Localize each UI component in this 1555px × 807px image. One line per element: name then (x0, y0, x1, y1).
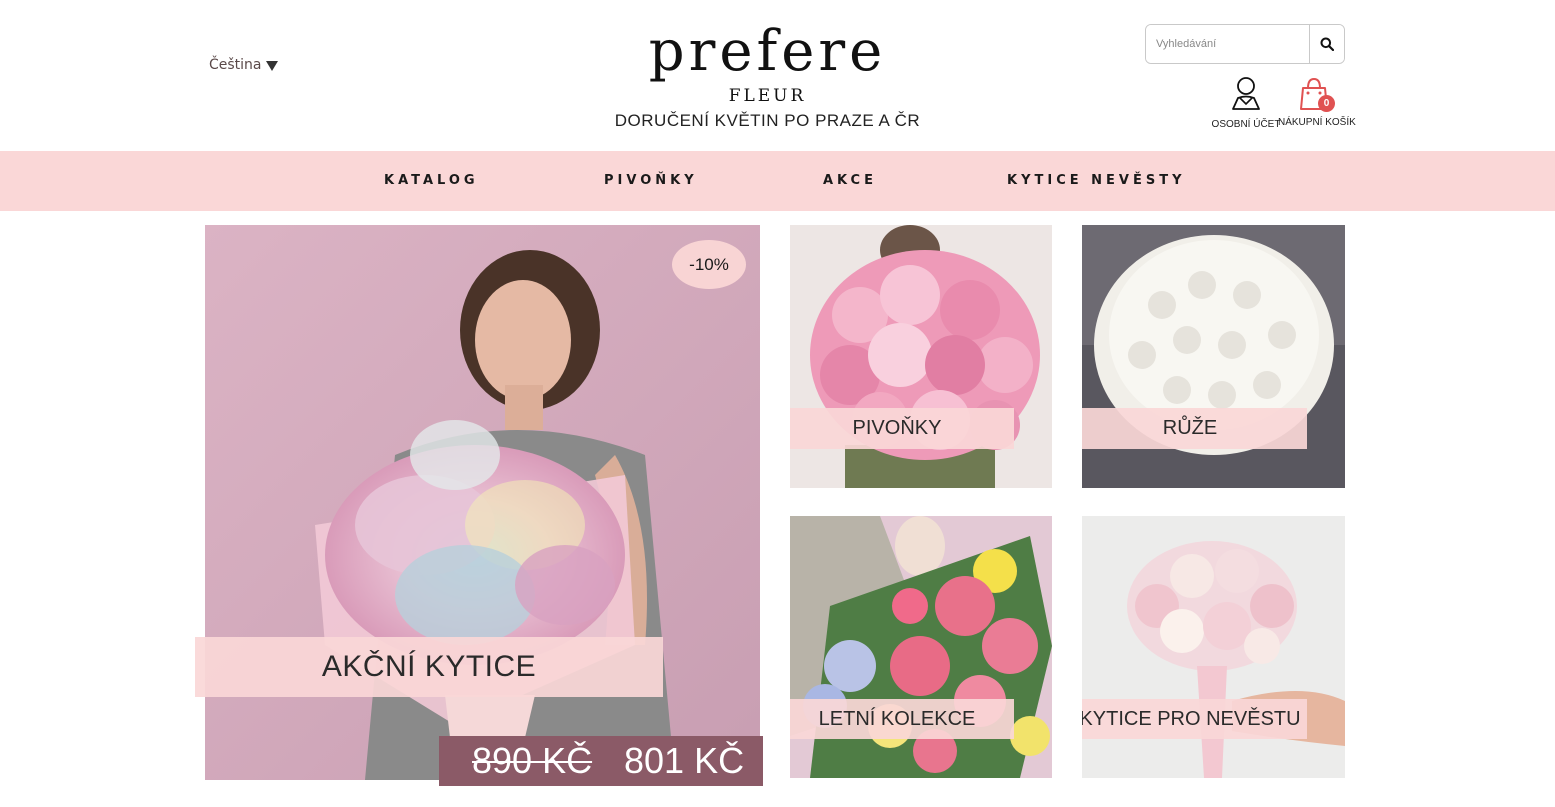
main-navigation: KATALOG PIVOŇKY AKCE KYTICE NEVĚSTY (0, 151, 1555, 211)
search-box (1145, 24, 1345, 64)
brand-name: prefere (648, 19, 887, 84)
price-box: 890 KČ 801 KČ (439, 736, 763, 786)
cart-link[interactable]: 0 NÁKUPNÍ KOŠÍK (1278, 76, 1356, 128)
account-link[interactable]: OSOBNÍ ÚČET (1210, 76, 1282, 130)
tagline: DORUČENÍ KVĚTIN PO PRAZE A ČR (614, 111, 921, 130)
brand-subtitle: FLEUR (728, 86, 807, 106)
language-label: Čeština (209, 57, 262, 73)
site-logo[interactable]: prefere FLEUR DORUČENÍ KVĚTIN PO PRAZE A… (600, 22, 935, 131)
category-tile-pivonky[interactable]: PIVOŇKY (790, 225, 1052, 488)
cart-count-badge: 0 (1318, 95, 1335, 112)
search-input[interactable] (1146, 25, 1309, 63)
category-label-ruze: RŮŽE (1082, 408, 1307, 449)
language-selector[interactable]: Čeština (209, 57, 278, 73)
nav-item-katalog[interactable]: KATALOG (384, 151, 479, 211)
nav-item-akce[interactable]: AKCE (823, 151, 877, 211)
old-price: 890 KČ (472, 740, 593, 781)
account-label: OSOBNÍ ÚČET (1211, 119, 1281, 130)
nav-item-pivonky[interactable]: PIVOŇKY (604, 151, 698, 211)
new-price: 801 KČ (624, 740, 745, 781)
category-label-pivonky: PIVOŇKY (790, 408, 1014, 449)
search-icon (1320, 37, 1334, 51)
category-tile-kytice-pro-nevestu[interactable]: KYTICE PRO NEVĚSTU (1082, 516, 1345, 778)
caret-down-icon (265, 61, 278, 71)
category-label-letni-kolekce: LETNÍ KOLEKCE (790, 699, 1014, 739)
nav-item-kytice-nevesty[interactable]: KYTICE NEVĚSTY (1007, 151, 1185, 211)
hero-label[interactable]: AKČNÍ KYTICE (195, 637, 663, 697)
category-label-kytice-pro-nevestu: KYTICE PRO NEVĚSTU (1082, 699, 1307, 739)
search-button[interactable] (1309, 25, 1344, 63)
user-icon (1232, 77, 1260, 110)
category-tile-letni-kolekce[interactable]: LETNÍ KOLEKCE (790, 516, 1052, 778)
cart-label: NÁKUPNÍ KOŠÍK (1278, 117, 1356, 128)
category-tile-ruze[interactable]: RŮŽE (1082, 225, 1345, 488)
discount-badge: -10% (672, 240, 746, 289)
